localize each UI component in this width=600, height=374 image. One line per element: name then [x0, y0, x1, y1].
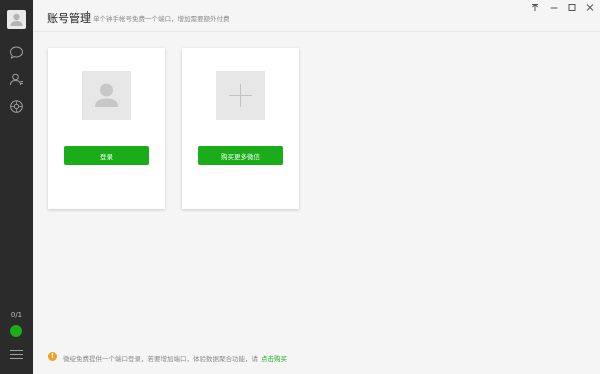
footer-notice: 微绽免费提供一个端口登录，若要增加端口，体验数据聚合功能，请 点击购买 — [63, 353, 287, 363]
pin-icon[interactable] — [528, 2, 542, 14]
info-icon: ! — [48, 352, 57, 361]
avatar-person-icon — [10, 13, 23, 26]
buy-more-button[interactable]: 购买更多微信 — [198, 146, 283, 165]
menu-icon[interactable] — [10, 350, 23, 360]
close-icon[interactable] — [583, 2, 597, 14]
contacts-icon[interactable] — [9, 72, 24, 87]
avatar[interactable] — [7, 10, 26, 29]
login-button[interactable]: 登录 — [64, 146, 149, 165]
header-divider — [33, 31, 600, 32]
buy-link[interactable]: 点击购买 — [261, 355, 287, 363]
account-count: 0/1 — [10, 311, 23, 319]
maximize-icon[interactable] — [565, 2, 579, 14]
plus-icon[interactable] — [216, 71, 265, 120]
person-placeholder-icon — [82, 71, 131, 120]
page-title: 账号管理 — [47, 12, 91, 25]
minimize-icon[interactable] — [547, 2, 561, 14]
settings-icon[interactable] — [9, 99, 24, 114]
add-account-card: 购买更多微信 — [182, 48, 299, 209]
footer-notice-text: 微绽免费提供一个端口登录，若要增加端口，体验数据聚合功能，请 — [63, 355, 258, 363]
page-subtitle: 单个钟手帐号免费一个端口，增加需要额外付费 — [93, 15, 230, 23]
sidebar: 0/1 — [0, 0, 33, 374]
title-divider — [87, 11, 88, 23]
account-card: 登录 — [48, 48, 165, 209]
status-indicator — [10, 325, 22, 337]
chat-icon[interactable] — [9, 45, 24, 60]
